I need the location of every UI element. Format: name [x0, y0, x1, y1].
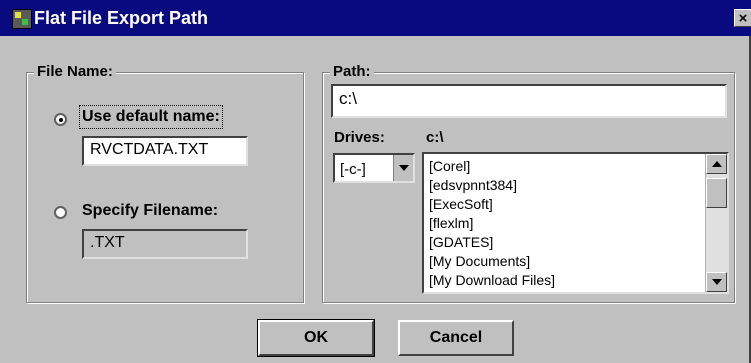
- directory-item[interactable]: [My Documents]: [429, 252, 530, 270]
- directory-item[interactable]: [GDATES]: [429, 233, 493, 251]
- specify-filename-field[interactable]: .TXT: [82, 229, 248, 259]
- chevron-down-icon[interactable]: [393, 155, 413, 181]
- directory-item[interactable]: [edsvpnnt384]: [429, 176, 517, 194]
- scroll-down-icon[interactable]: [706, 272, 727, 292]
- path-input[interactable]: c:\: [331, 84, 727, 118]
- app-icon: [12, 9, 32, 29]
- path-legend: Path:: [330, 63, 374, 80]
- window-title: Flat File Export Path: [34, 8, 209, 28]
- use-default-name-label[interactable]: Use default name:: [79, 105, 223, 129]
- close-icon[interactable]: ×: [734, 9, 751, 27]
- directory-item[interactable]: [My Download Files]: [429, 271, 555, 289]
- file-name-legend: File Name:: [34, 63, 116, 80]
- drives-dropdown[interactable]: [-c-]: [333, 153, 415, 183]
- drive-selected-value: [-c-]: [340, 161, 366, 178]
- directory-item[interactable]: [ExecSoft]: [429, 195, 493, 213]
- directory-scrollbar[interactable]: [705, 154, 727, 292]
- file-name-group: [26, 72, 304, 303]
- directory-item[interactable]: [Corel]: [429, 157, 470, 175]
- default-name-field[interactable]: RVCTDATA.TXT: [82, 136, 248, 166]
- scroll-up-icon[interactable]: [706, 154, 727, 174]
- specify-filename-radio[interactable]: [54, 206, 67, 219]
- use-default-name-radio[interactable]: [54, 113, 67, 126]
- drives-label: Drives:: [334, 129, 385, 146]
- flat-file-export-dialog: Flat File Export Path × File Name: Use d…: [0, 0, 751, 363]
- title-bar[interactable]: Flat File Export Path ×: [0, 0, 751, 36]
- ok-button[interactable]: OK: [257, 319, 375, 357]
- current-drive-path: c:\: [426, 129, 444, 146]
- specify-filename-label[interactable]: Specify Filename:: [82, 202, 218, 220]
- directory-item[interactable]: [flexlm]: [429, 214, 473, 232]
- cancel-button[interactable]: Cancel: [398, 320, 514, 356]
- directory-listbox[interactable]: [Corel] [edsvpnnt384] [ExecSoft] [flexlm…: [422, 152, 729, 294]
- scroll-thumb[interactable]: [706, 178, 727, 208]
